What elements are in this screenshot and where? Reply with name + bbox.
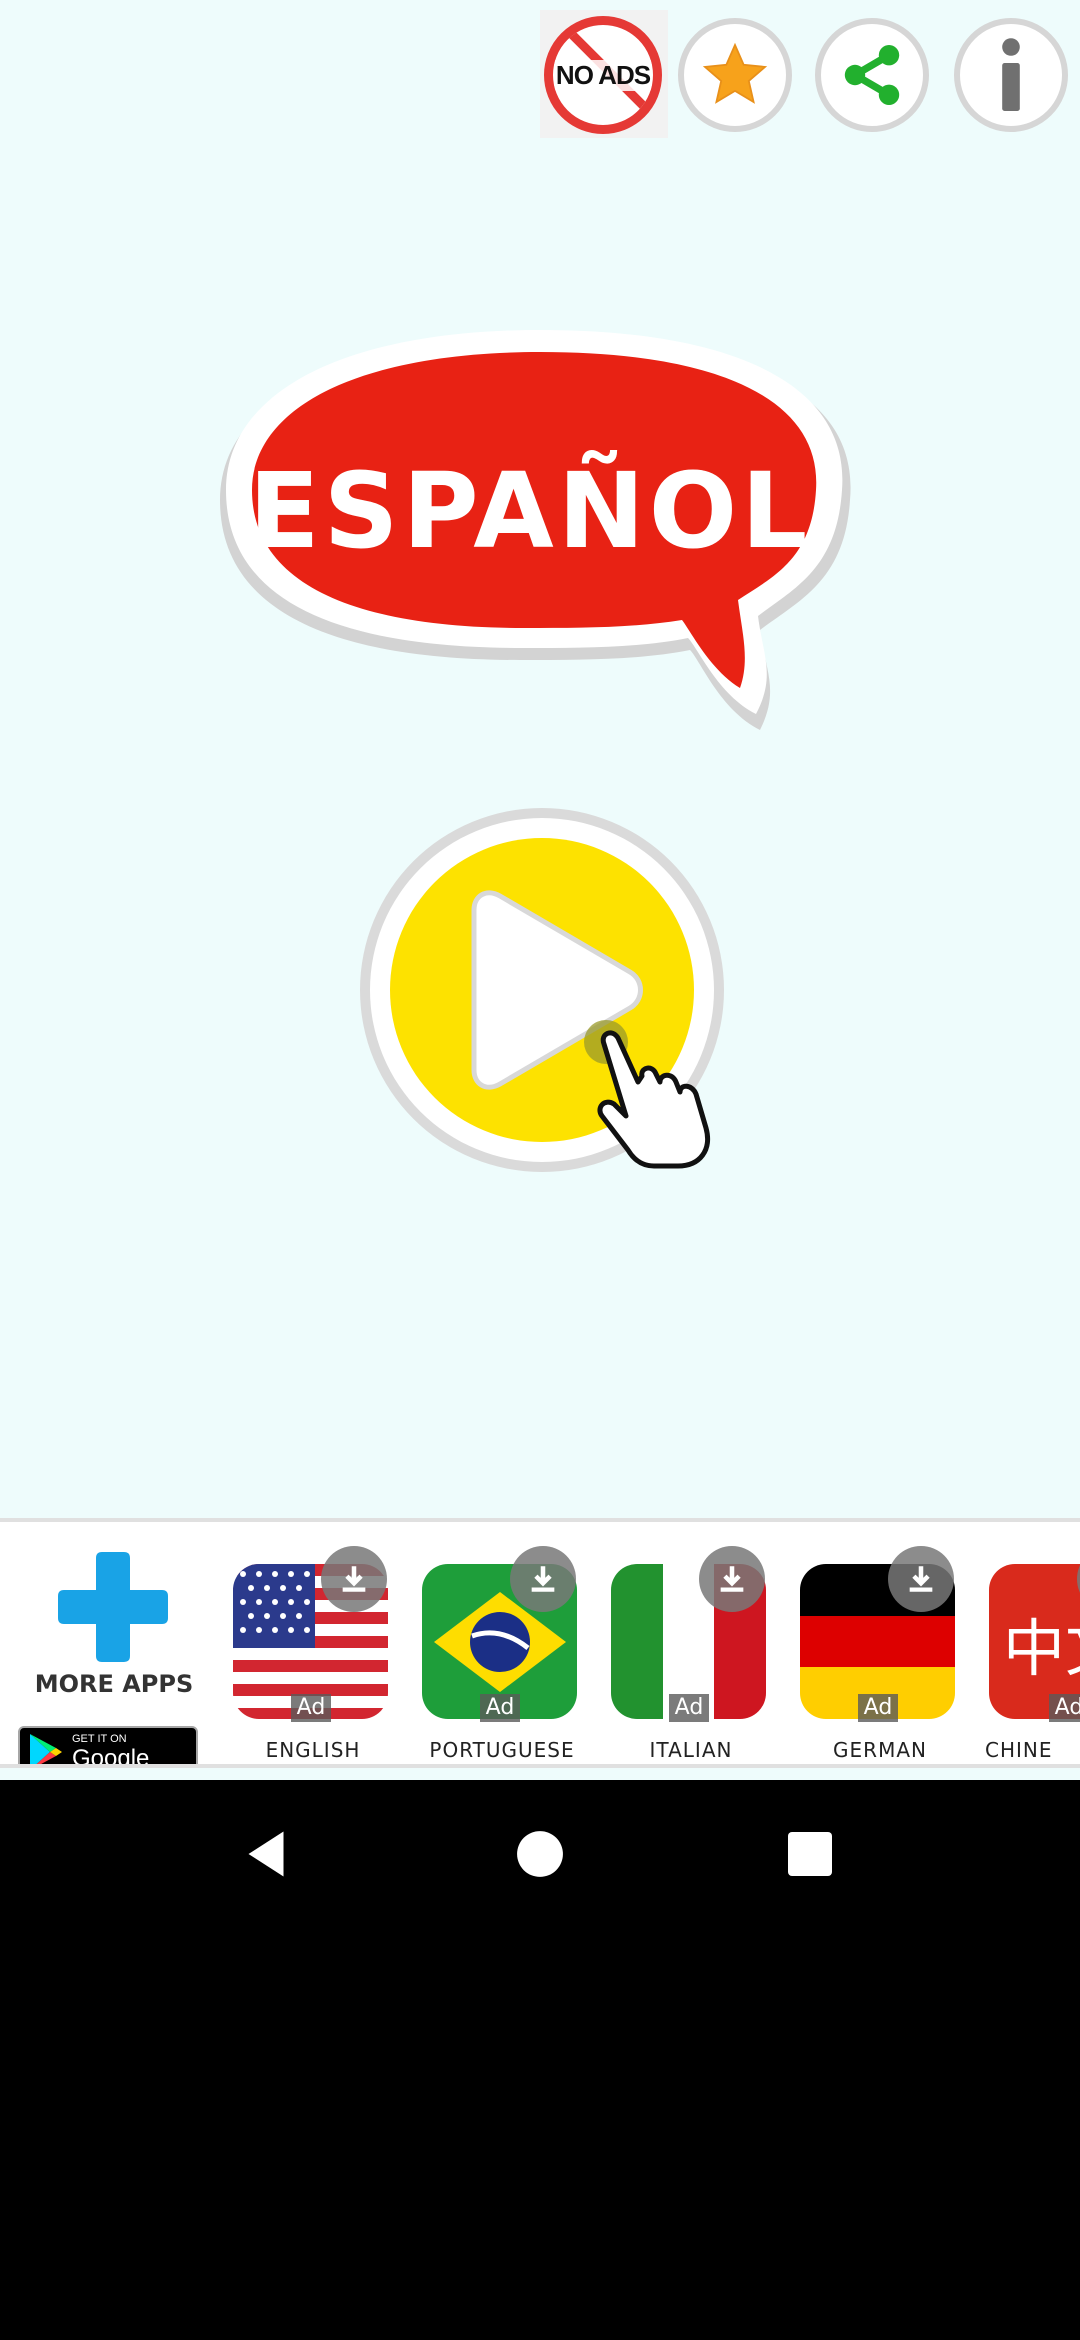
recents-button[interactable] <box>770 1814 850 1894</box>
google-play-icon <box>30 1734 62 1764</box>
home-icon <box>517 1831 563 1877</box>
hand-pointer-icon <box>584 1020 710 1169</box>
no-ads-button[interactable]: NO ADS <box>540 10 668 138</box>
ad-strip: MORE APPS GET IT ON Google Play <box>0 1518 1080 1768</box>
app-label: GERMAN <box>833 1738 927 1762</box>
more-apps-label: MORE APPS <box>34 1670 194 1698</box>
play-button[interactable] <box>352 800 732 1180</box>
app-label: CHINE <box>985 1738 1053 1762</box>
no-ads-icon: NO ADS <box>544 16 662 134</box>
title-text: ESPAÑOL <box>248 450 812 572</box>
info-button[interactable] <box>954 18 1068 132</box>
more-apps-button[interactable]: MORE APPS GET IT ON Google Play <box>14 1552 214 1764</box>
ad-badge: Ad <box>291 1694 331 1722</box>
download-icon[interactable] <box>510 1546 576 1612</box>
google-play-text: Google Play <box>72 1745 150 1768</box>
ad-badge: Ad <box>858 1694 898 1722</box>
google-play-small-text: GET IT ON <box>72 1733 127 1745</box>
ad-badge: Ad <box>480 1694 520 1722</box>
share-icon <box>844 44 900 106</box>
download-icon[interactable] <box>888 1546 954 1612</box>
app-tile-portuguese[interactable]: Ad PORTUGUESE <box>422 1546 582 1764</box>
ad-badge: Ad <box>1049 1694 1080 1722</box>
app-tile-english[interactable]: Ad ENGLISH <box>233 1546 393 1764</box>
app-tile-italian[interactable]: Ad ITALIAN <box>611 1546 771 1764</box>
rate-button[interactable] <box>678 18 792 132</box>
navigation-bar <box>0 1780 1080 2340</box>
home-button[interactable] <box>500 1814 580 1894</box>
title-bubble: ESPAÑOL <box>220 330 860 730</box>
info-icon <box>1002 38 1020 111</box>
app-label: ITALIAN <box>649 1738 733 1762</box>
chinese-flag-text: 中文 <box>1003 1612 1080 1685</box>
app-label: ENGLISH <box>265 1738 361 1762</box>
ad-badge: Ad <box>669 1694 709 1722</box>
share-button[interactable] <box>815 18 929 132</box>
back-icon <box>248 1831 284 1877</box>
download-icon[interactable] <box>321 1546 387 1612</box>
app-screen: NO ADS ESPAÑOL <box>0 0 1080 1780</box>
plus-icon <box>58 1552 168 1662</box>
app-tile-german[interactable]: Ad GERMAN <box>800 1546 960 1764</box>
download-icon[interactable] <box>699 1546 765 1612</box>
no-ads-label: NO ADS <box>553 59 653 91</box>
back-button[interactable] <box>226 1814 306 1894</box>
app-label: PORTUGUESE <box>429 1738 575 1762</box>
app-tile-chinese[interactable]: 中文 Ad CHINE <box>985 1546 1080 1764</box>
recents-icon <box>788 1832 832 1876</box>
google-play-badge[interactable]: GET IT ON Google Play <box>18 1726 198 1768</box>
star-icon <box>702 42 768 104</box>
